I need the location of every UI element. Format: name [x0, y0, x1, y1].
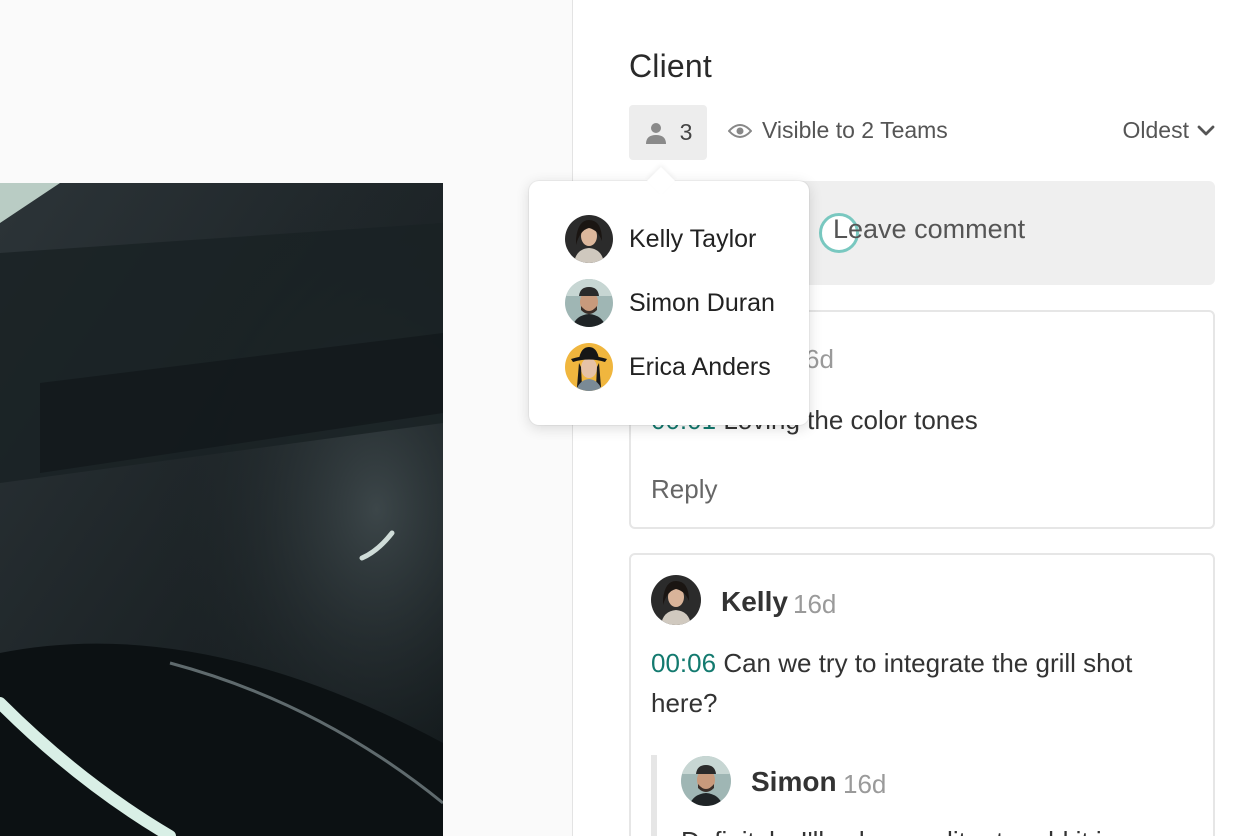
visibility-indicator[interactable]: Visible to 2 Teams [728, 117, 948, 144]
visibility-label: Visible to 2 Teams [762, 117, 948, 143]
member-name: Erica Anders [629, 352, 771, 381]
comment-card: Kelly 16d 00:06 Can we try to integrate … [629, 553, 1215, 836]
member-name: Kelly Taylor [629, 224, 757, 253]
member-item[interactable]: Erica Anders [565, 343, 771, 391]
chevron-down-icon [1197, 125, 1215, 135]
video-area [0, 0, 572, 836]
members-popover: Kelly Taylor Simon Duran Erica Anders [529, 166, 809, 425]
person-icon [645, 122, 666, 144]
member-name: Simon Duran [629, 288, 775, 317]
video-frame-art [0, 183, 443, 836]
avatar [565, 215, 613, 263]
leave-comment-placeholder: Leave comment [833, 214, 1026, 244]
sort-label: Oldest [1122, 117, 1189, 143]
member-item[interactable]: Simon Duran [565, 279, 775, 327]
comment-author: Kelly [721, 586, 788, 617]
eye-icon [728, 123, 752, 138]
video-preview[interactable] [0, 183, 443, 836]
panel-title: Client [629, 48, 713, 84]
sort-dropdown[interactable]: Oldest [1123, 117, 1215, 144]
reply-text: Definitely, I'll ask our editor to add i… [681, 821, 1181, 836]
members-button[interactable]: 3 [629, 105, 707, 160]
comment-timestamp-link[interactable]: 00:06 [651, 648, 716, 678]
member-item[interactable]: Kelly Taylor [565, 215, 756, 263]
reply-author: Simon [751, 766, 837, 797]
avatar [651, 575, 701, 625]
reply-time: 16d [843, 769, 887, 799]
avatar [565, 343, 613, 391]
reply-thread-bar [651, 755, 657, 836]
comment-time: 16d [793, 589, 837, 619]
avatar [681, 756, 731, 806]
comment-time: 6d [805, 344, 834, 374]
reply-button[interactable]: Reply [651, 474, 717, 505]
comment-body: 00:06 Can we try to integrate the grill … [651, 643, 1201, 723]
avatar [565, 279, 613, 327]
members-count: 3 [679, 119, 693, 145]
comment-text: Can we try to integrate the grill shot h… [651, 648, 1133, 718]
